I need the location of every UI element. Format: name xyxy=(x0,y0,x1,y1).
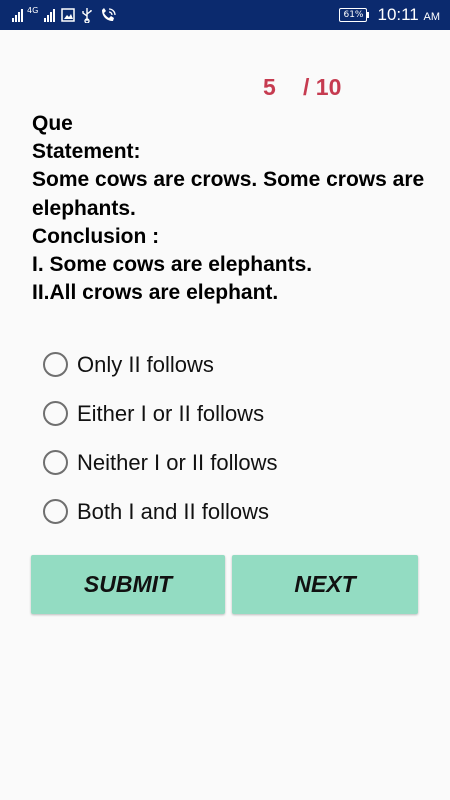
answer-options: Only II follows Either I or II follows N… xyxy=(43,340,278,536)
current-question-number: 5 xyxy=(263,74,276,100)
radio-button[interactable] xyxy=(43,401,68,426)
status-icons-left: 4G xyxy=(12,0,117,30)
status-bar: 4G 61% 10:11 AM xyxy=(0,0,450,30)
total-questions: / 10 xyxy=(303,74,342,100)
clock: 10:11 AM xyxy=(377,5,440,25)
clock-ampm: AM xyxy=(423,11,441,23)
question-line: I. Some cows are elephants. xyxy=(32,253,313,277)
battery-icon: 61% xyxy=(339,8,370,22)
submit-button[interactable]: SUBMIT xyxy=(31,555,225,614)
signal-icon xyxy=(44,8,56,22)
network-type: 4G xyxy=(27,6,39,15)
option-3[interactable]: Neither I or II follows xyxy=(43,438,278,487)
battery-level: 61% xyxy=(339,8,368,22)
question-line: II.All crows are elephant. xyxy=(32,281,279,305)
radio-button[interactable] xyxy=(43,499,68,524)
option-label: Either I or II follows xyxy=(77,400,265,426)
question-text: Que Statement: Some cows are crows. Some… xyxy=(32,110,432,307)
option-label: Both I and II follows xyxy=(77,498,269,524)
usb-icon xyxy=(82,8,92,23)
question-line: Statement: xyxy=(32,140,141,164)
radio-button[interactable] xyxy=(43,352,68,377)
next-button[interactable]: NEXT xyxy=(232,555,418,614)
option-2[interactable]: Either I or II follows xyxy=(43,389,278,438)
status-icons-right: 61% 10:11 AM xyxy=(339,0,440,30)
signal-icon xyxy=(12,8,23,22)
option-4[interactable]: Both I and II follows xyxy=(43,487,278,536)
option-label: Only II follows xyxy=(77,351,214,377)
option-1[interactable]: Only II follows xyxy=(43,340,278,389)
option-label: Neither I or II follows xyxy=(77,449,278,475)
radio-button[interactable] xyxy=(43,450,68,475)
image-icon xyxy=(61,8,76,22)
question-line: Conclusion : xyxy=(32,224,160,248)
phone-wifi-icon xyxy=(102,8,116,21)
clock-time: 10:11 xyxy=(377,5,419,24)
question-line: Some cows are crows. Some crows are elep… xyxy=(32,168,431,220)
question-label: Que xyxy=(32,112,73,135)
